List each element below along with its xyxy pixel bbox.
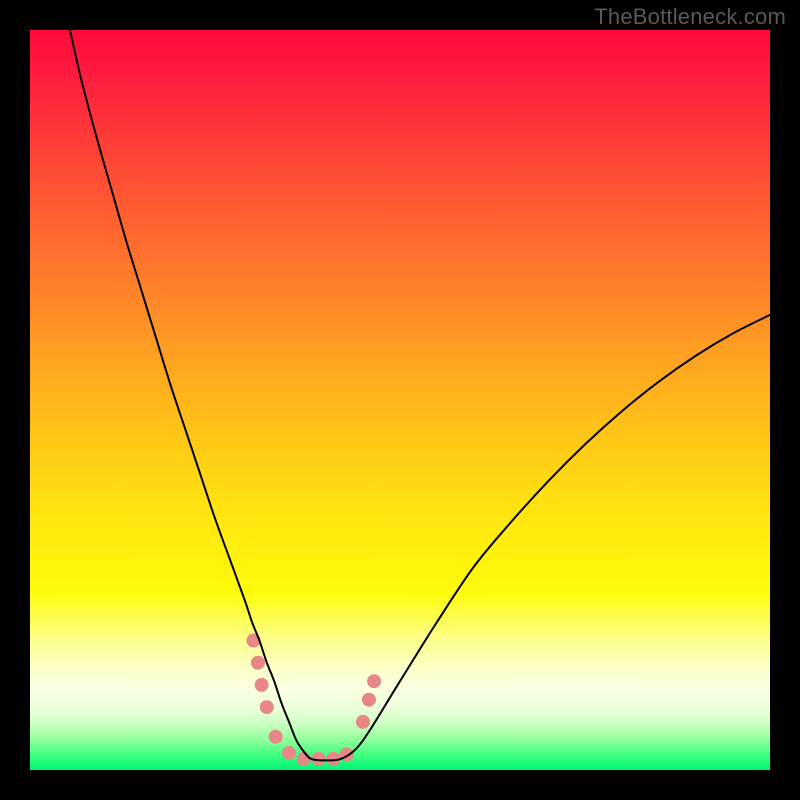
watermark-text: TheBottleneck.com [594, 4, 786, 30]
plot-area [30, 30, 770, 770]
curve-layer [30, 30, 770, 770]
marker-dots [246, 633, 381, 765]
marker-dot [260, 700, 274, 714]
marker-dot [269, 730, 283, 744]
marker-dot [356, 715, 370, 729]
marker-dot [362, 693, 376, 707]
marker-dot [367, 674, 381, 688]
marker-dot [255, 678, 269, 692]
marker-dot [251, 656, 265, 670]
marker-dot [282, 746, 296, 760]
bottleneck-curve [70, 30, 770, 760]
chart-container: TheBottleneck.com [0, 0, 800, 800]
marker-dot [297, 752, 311, 766]
